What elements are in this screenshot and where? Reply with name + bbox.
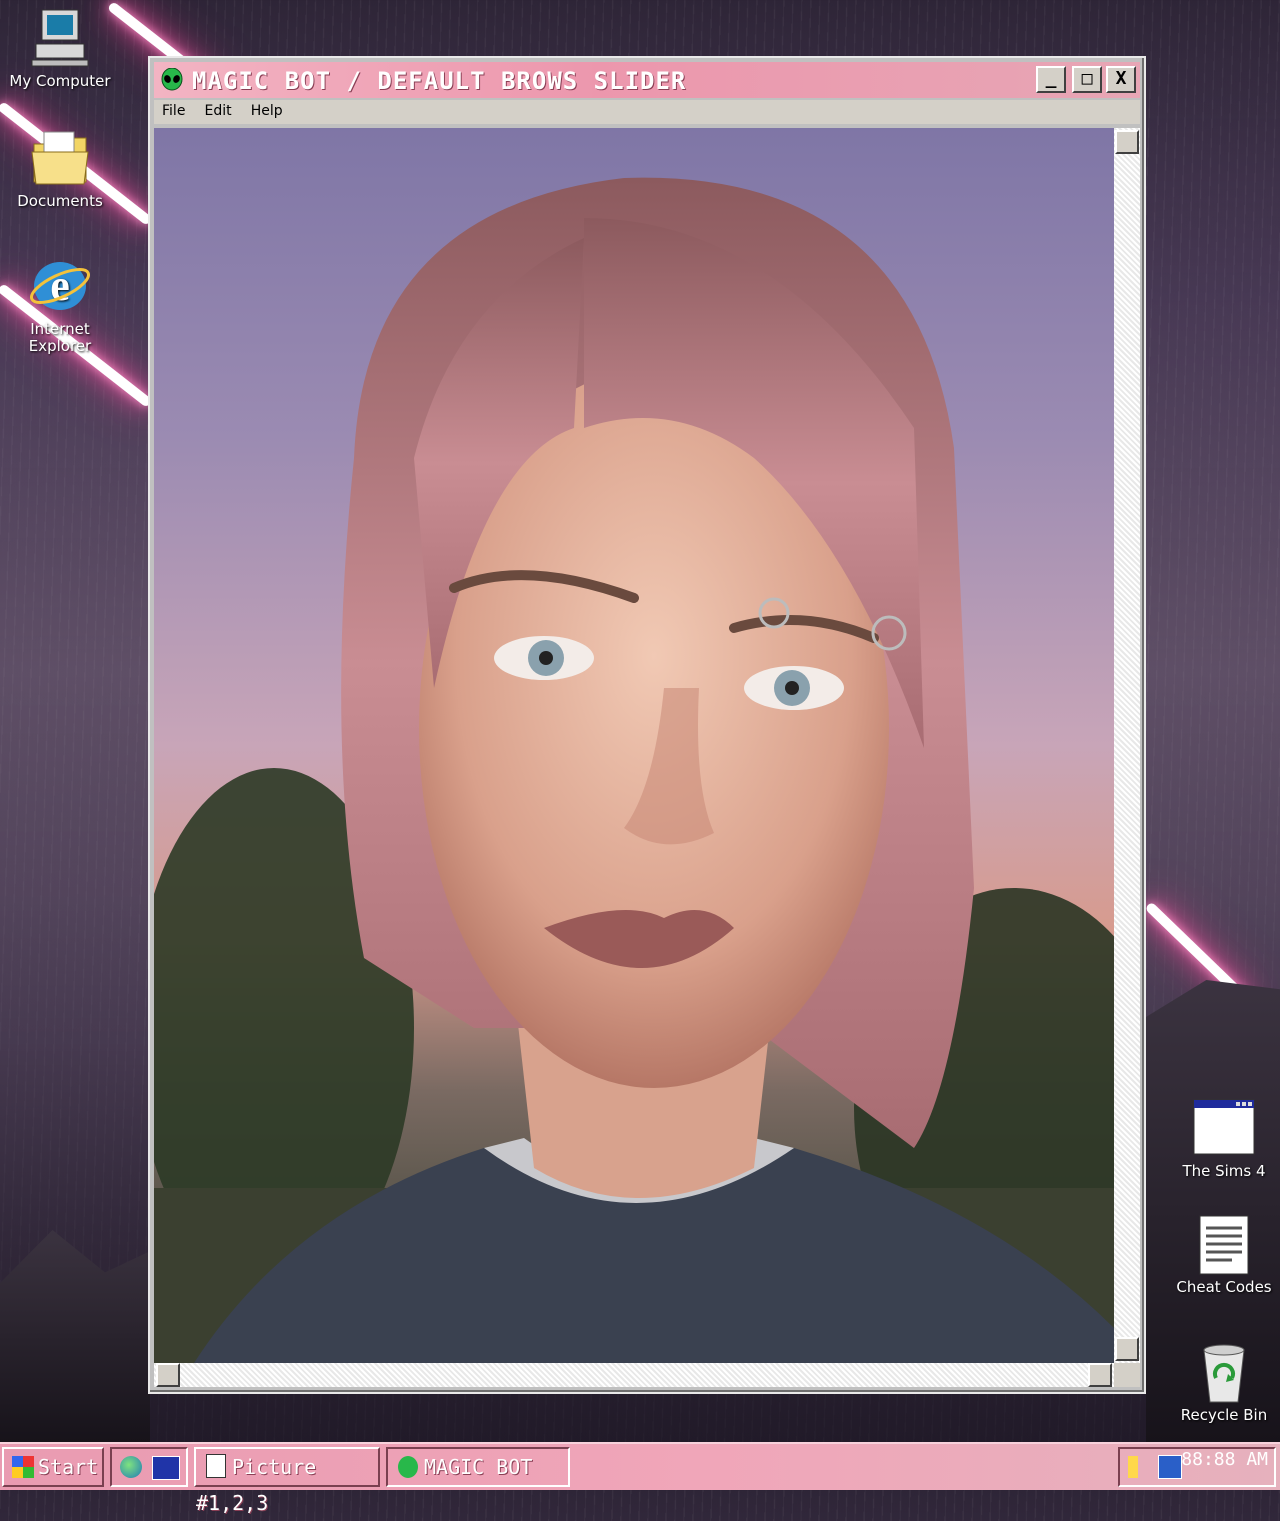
picture-viewport <box>154 128 1114 1363</box>
window-titlebar[interactable]: MAGIC BOT / DEFAULT BROWS SLIDER _ □ X <box>154 62 1140 98</box>
picture-icon <box>206 1454 226 1478</box>
start-button[interactable]: Start <box>2 1447 104 1487</box>
desktop-icon-label: Cheat Codes <box>1176 1278 1272 1296</box>
scroll-up-button[interactable] <box>1115 130 1139 154</box>
menu-edit[interactable]: Edit <box>197 100 238 119</box>
desktop-icon-my-computer[interactable]: My Computer <box>4 6 116 90</box>
desktop-icon-label: My Computer <box>9 72 111 90</box>
scroll-right-button[interactable] <box>1088 1363 1112 1387</box>
ms-dos-icon[interactable] <box>152 1456 180 1480</box>
menu-help[interactable]: Help <box>243 100 289 119</box>
alien-icon <box>160 67 184 92</box>
computer-icon <box>28 6 92 70</box>
internet-explorer-icon: e <box>28 254 92 318</box>
portrait-image <box>154 177 1114 1363</box>
text-document-icon <box>1192 1212 1256 1276</box>
windows-logo-icon <box>12 1456 34 1478</box>
desktop-icon-label: Internet Explorer <box>28 320 92 355</box>
system-tray: 88:88 AM <box>1118 1447 1276 1487</box>
desktop-icon-documents[interactable]: Documents <box>4 126 116 210</box>
minimize-button[interactable]: _ <box>1036 66 1066 93</box>
taskbar: Start Picture #1,2,3 MAGIC BOT 88:88 AM <box>0 1442 1280 1515</box>
desktop-icon-cheat-codes[interactable]: Cheat Codes <box>1168 1212 1280 1296</box>
task-magic-bot[interactable]: MAGIC BOT <box>386 1447 570 1487</box>
app-window: MAGIC BOT / DEFAULT BROWS SLIDER _ □ X F… <box>148 56 1146 1394</box>
desktop-icon-internet-explorer[interactable]: e Internet Explorer <box>4 254 116 355</box>
vertical-scrollbar[interactable] <box>1114 128 1140 1363</box>
window-app-icon <box>1192 1096 1256 1160</box>
mountain-silhouette <box>0 1230 150 1442</box>
scroll-down-button[interactable] <box>1115 1337 1139 1361</box>
menu-bar: File Edit Help <box>154 100 1140 124</box>
start-label: Start <box>38 1455 99 1479</box>
scroll-left-button[interactable] <box>156 1363 180 1387</box>
resize-grip[interactable] <box>1114 1363 1140 1387</box>
window-title: MAGIC BOT / DEFAULT BROWS SLIDER <box>192 67 687 95</box>
desktop: { "desktop": { "icons": [ {"label": "My … <box>0 0 1280 1515</box>
horizontal-scrollbar[interactable] <box>154 1363 1114 1387</box>
speaker-icon[interactable] <box>1128 1456 1148 1478</box>
task-label: MAGIC BOT <box>424 1455 533 1479</box>
clock: 88:88 AM <box>1181 1449 1268 1470</box>
alien-icon <box>398 1456 418 1478</box>
desktop-icon-the-sims-4[interactable]: The Sims 4 <box>1168 1096 1280 1180</box>
menu-file[interactable]: File <box>154 100 191 119</box>
network-computer-icon[interactable] <box>1158 1455 1182 1479</box>
maximize-button[interactable]: □ <box>1072 66 1102 93</box>
desktop-icon-label: Recycle Bin <box>1180 1406 1268 1424</box>
svg-text:e: e <box>50 261 70 310</box>
desktop-icon-recycle-bin[interactable]: Recycle Bin <box>1168 1340 1280 1424</box>
close-button[interactable]: X <box>1106 66 1136 93</box>
recycle-bin-icon <box>1192 1340 1256 1404</box>
desktop-icon-label: Documents <box>17 192 103 210</box>
desktop-icon-label: The Sims 4 <box>1182 1162 1266 1180</box>
globe-icon[interactable] <box>120 1456 142 1478</box>
quick-launch <box>110 1447 188 1487</box>
task-picture[interactable]: Picture #1,2,3 <box>194 1447 380 1515</box>
folder-icon <box>28 126 92 190</box>
